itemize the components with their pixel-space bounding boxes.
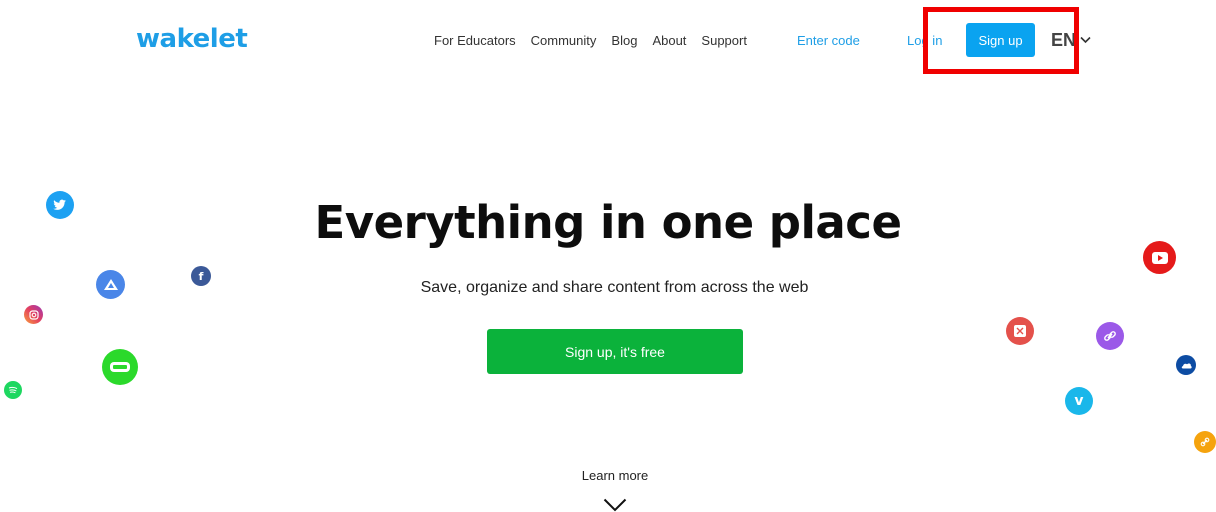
sign-up-free-button[interactable]: Sign up, it's free <box>487 329 743 374</box>
youtube-icon <box>1143 241 1176 274</box>
enter-code-link[interactable]: Enter code <box>797 33 860 48</box>
learn-more-chevron-icon[interactable] <box>603 498 627 512</box>
nav-community[interactable]: Community <box>531 33 597 48</box>
vimeo-icon: v <box>1065 387 1093 415</box>
instagram-icon <box>24 305 43 324</box>
link-icon <box>1096 322 1124 350</box>
google-drive-icon <box>96 270 125 299</box>
wakelet-logo[interactable]: wakelet <box>136 24 248 54</box>
nav-blog[interactable]: Blog <box>611 33 637 48</box>
facebook-icon: f <box>191 266 211 286</box>
nav-for-educators[interactable]: For Educators <box>434 33 516 48</box>
hero-title: Everything in one place <box>314 196 902 249</box>
hero-subtitle: Save, organize and share content from ac… <box>420 279 809 296</box>
maps-icon <box>1006 317 1034 345</box>
language-selector[interactable]: EN <box>1051 30 1076 51</box>
site-header: wakelet For Educators Community Blog Abo… <box>0 0 1216 84</box>
twitter-icon <box>46 191 74 219</box>
main-nav: For Educators Community Blog About Suppo… <box>434 33 747 48</box>
onedrive-icon <box>1176 355 1196 375</box>
login-link[interactable]: Log in <box>907 33 942 48</box>
chevron-down-icon[interactable] <box>1080 36 1091 44</box>
spotify-icon <box>4 381 22 399</box>
flipgrid-icon <box>102 349 138 385</box>
nav-support[interactable]: Support <box>701 33 747 48</box>
nav-about[interactable]: About <box>652 33 686 48</box>
sign-up-button[interactable]: Sign up <box>966 23 1035 57</box>
learn-more-link[interactable]: Learn more <box>0 468 1216 483</box>
orange-link-icon <box>1194 431 1216 453</box>
